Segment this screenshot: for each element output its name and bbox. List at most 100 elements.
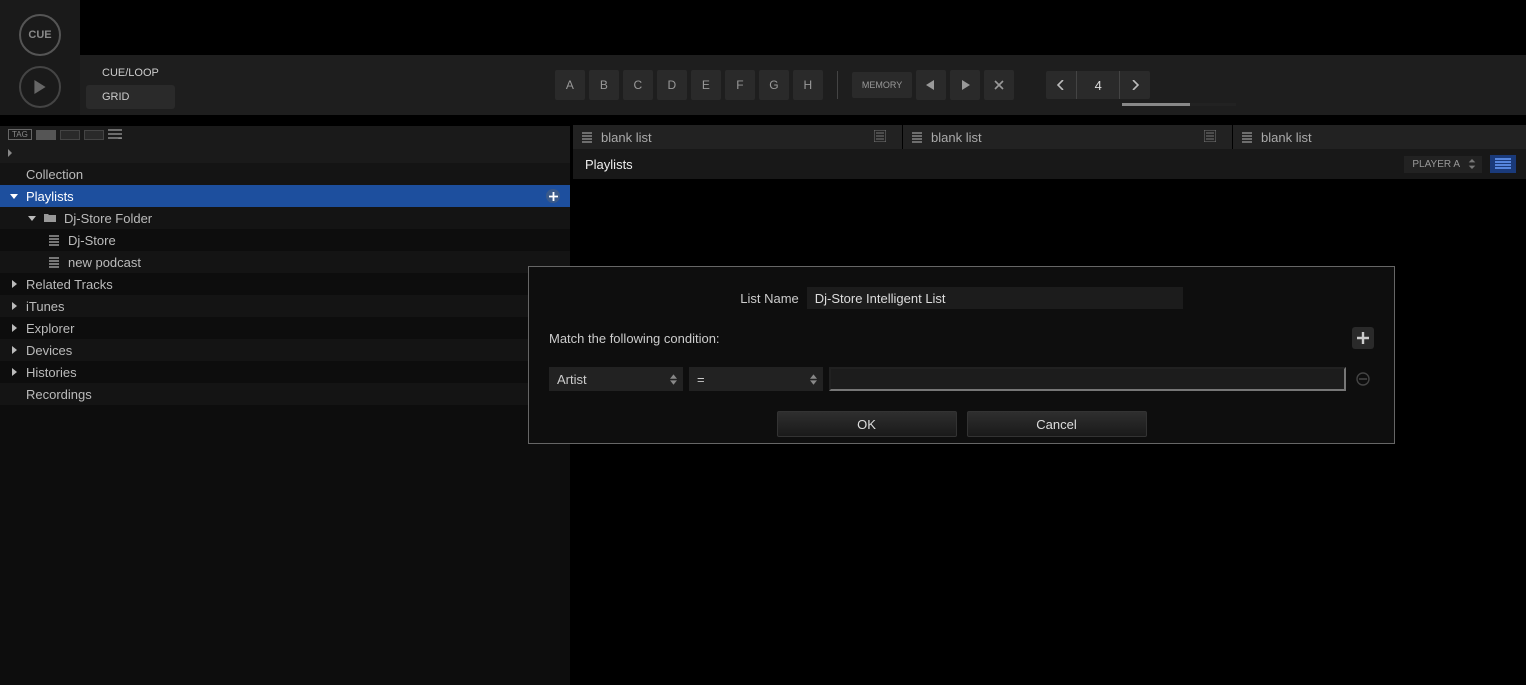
view-block-3[interactable] [84,130,104,140]
tree-new-podcast[interactable]: new podcast [0,251,570,273]
tree-dj-store-folder[interactable]: Dj-Store Folder [0,207,570,229]
beat-count: 4 [1076,71,1120,99]
disclosure-arrow[interactable] [10,192,20,200]
list-icon [108,129,122,139]
beat-next-button[interactable] [1120,71,1150,99]
add-condition-button[interactable] [1352,327,1374,349]
panel-tab-2[interactable]: blank list [903,125,1233,149]
tree-label: Dj-Store [68,233,116,248]
intelligent-list-dialog: List Name Match the following condition:… [528,266,1395,444]
chevron-right-icon [6,149,14,157]
add-playlist-button[interactable] [546,189,560,203]
condition-field-value: Artist [557,372,587,387]
menu-icon [1204,130,1216,142]
panel-menu-icon[interactable] [1204,130,1224,145]
dialog-buttons: OK Cancel [549,411,1374,437]
list-name-label: List Name [740,291,799,306]
library-tree: Collection Playlists Dj-Store Folder Dj-… [0,163,570,685]
hotcue-b[interactable]: B [589,70,619,100]
beat-stepper: 4 [1046,71,1150,99]
playlist-icon [48,256,62,268]
panel-tabs: blank list blank list blank list [573,125,1526,149]
disclosure-arrow[interactable] [10,368,20,376]
tree-label: Explorer [26,321,74,336]
tab-grid[interactable]: GRID [86,85,175,109]
hotcue-e[interactable]: E [691,70,721,100]
tree-related-tracks[interactable]: Related Tracks [0,273,570,295]
memory-prev-button[interactable] [916,70,946,100]
cue-button[interactable]: CUE [19,14,61,56]
tree-expand-bar[interactable] [0,143,570,163]
condition-operator-select[interactable]: = [689,367,823,391]
plus-icon [1357,332,1369,344]
tree-devices[interactable]: Devices [0,339,570,361]
remove-condition-button[interactable] [1352,368,1374,390]
triangle-down-icon [28,214,36,222]
hotcue-g[interactable]: G [759,70,789,100]
beat-slider-fill [1122,103,1190,106]
disclosure-arrow[interactable] [10,346,20,354]
tree-label: Devices [26,343,72,358]
hotcue-buttons: A B C D E F G H [555,70,823,100]
beat-slider[interactable] [1122,103,1236,106]
view-block-1[interactable] [36,130,56,140]
transport-controls: CUE [0,0,80,115]
tree-dj-store[interactable]: Dj-Store [0,229,570,251]
plus-icon [549,192,558,201]
playlist-icon [48,234,62,246]
cancel-button[interactable]: Cancel [967,411,1147,437]
panel-tab-label: blank list [1261,130,1312,145]
hotcue-a[interactable]: A [555,70,585,100]
tab-cue-loop[interactable]: CUE/LOOP [86,61,175,85]
tree-explorer[interactable]: Explorer [0,317,570,339]
tree-label: iTunes [26,299,65,314]
tree-label: Dj-Store Folder [64,211,152,226]
list-view-button[interactable] [1490,155,1516,173]
subheader-title: Playlists [573,157,913,172]
triangle-right-icon [10,324,18,332]
player-select[interactable]: PLAYER A [1404,156,1482,173]
mode-tabs: CUE/LOOP GRID [86,61,175,109]
hotcue-d[interactable]: D [657,70,687,100]
panel-tab-label: blank list [931,130,982,145]
tree-collection[interactable]: Collection [0,163,570,185]
chevron-left-icon [1056,80,1066,90]
triangle-right-icon [960,80,970,90]
view-block-2[interactable] [60,130,80,140]
panel-menu-icon[interactable] [874,130,894,145]
dialog-match-row: Match the following condition: [549,327,1374,349]
tree-playlists[interactable]: Playlists [0,185,570,207]
ok-button[interactable]: OK [777,411,957,437]
condition-value-input[interactable] [829,367,1346,391]
tree-itunes[interactable]: iTunes [0,295,570,317]
tree-histories[interactable]: Histories [0,361,570,383]
dialog-name-row: List Name [549,287,1374,309]
disclosure-arrow[interactable] [28,214,38,222]
list-name-input[interactable] [807,287,1183,309]
panel-tab-1[interactable]: blank list [573,125,903,149]
match-condition-label: Match the following condition: [549,331,720,346]
disclosure-arrow[interactable] [10,280,20,288]
hotcue-f[interactable]: F [725,70,755,100]
panel-tab-3[interactable]: blank list [1233,125,1526,149]
disclosure-arrow[interactable] [10,302,20,310]
condition-field-select[interactable]: Artist [549,367,683,391]
condition-operator-value: = [697,372,705,387]
tree-label: Histories [26,365,77,380]
disclosure-arrow[interactable] [10,324,20,332]
memory-next-button[interactable] [950,70,980,100]
panel-tab-label: blank list [601,130,652,145]
memory-delete-button[interactable] [984,70,1014,100]
tree-recordings[interactable]: Recordings [0,383,570,405]
hotcue-c[interactable]: C [623,70,653,100]
tree-label: Recordings [26,387,92,402]
play-button[interactable] [19,66,61,108]
triangle-right-icon [10,368,18,376]
triangle-right-icon [10,346,18,354]
view-list-toggle[interactable] [108,128,122,142]
chevron-right-icon [1130,80,1140,90]
beat-prev-button[interactable] [1046,71,1076,99]
hotcue-h[interactable]: H [793,70,823,100]
top-black-bar [80,0,1526,55]
triangle-right-icon [10,302,18,310]
